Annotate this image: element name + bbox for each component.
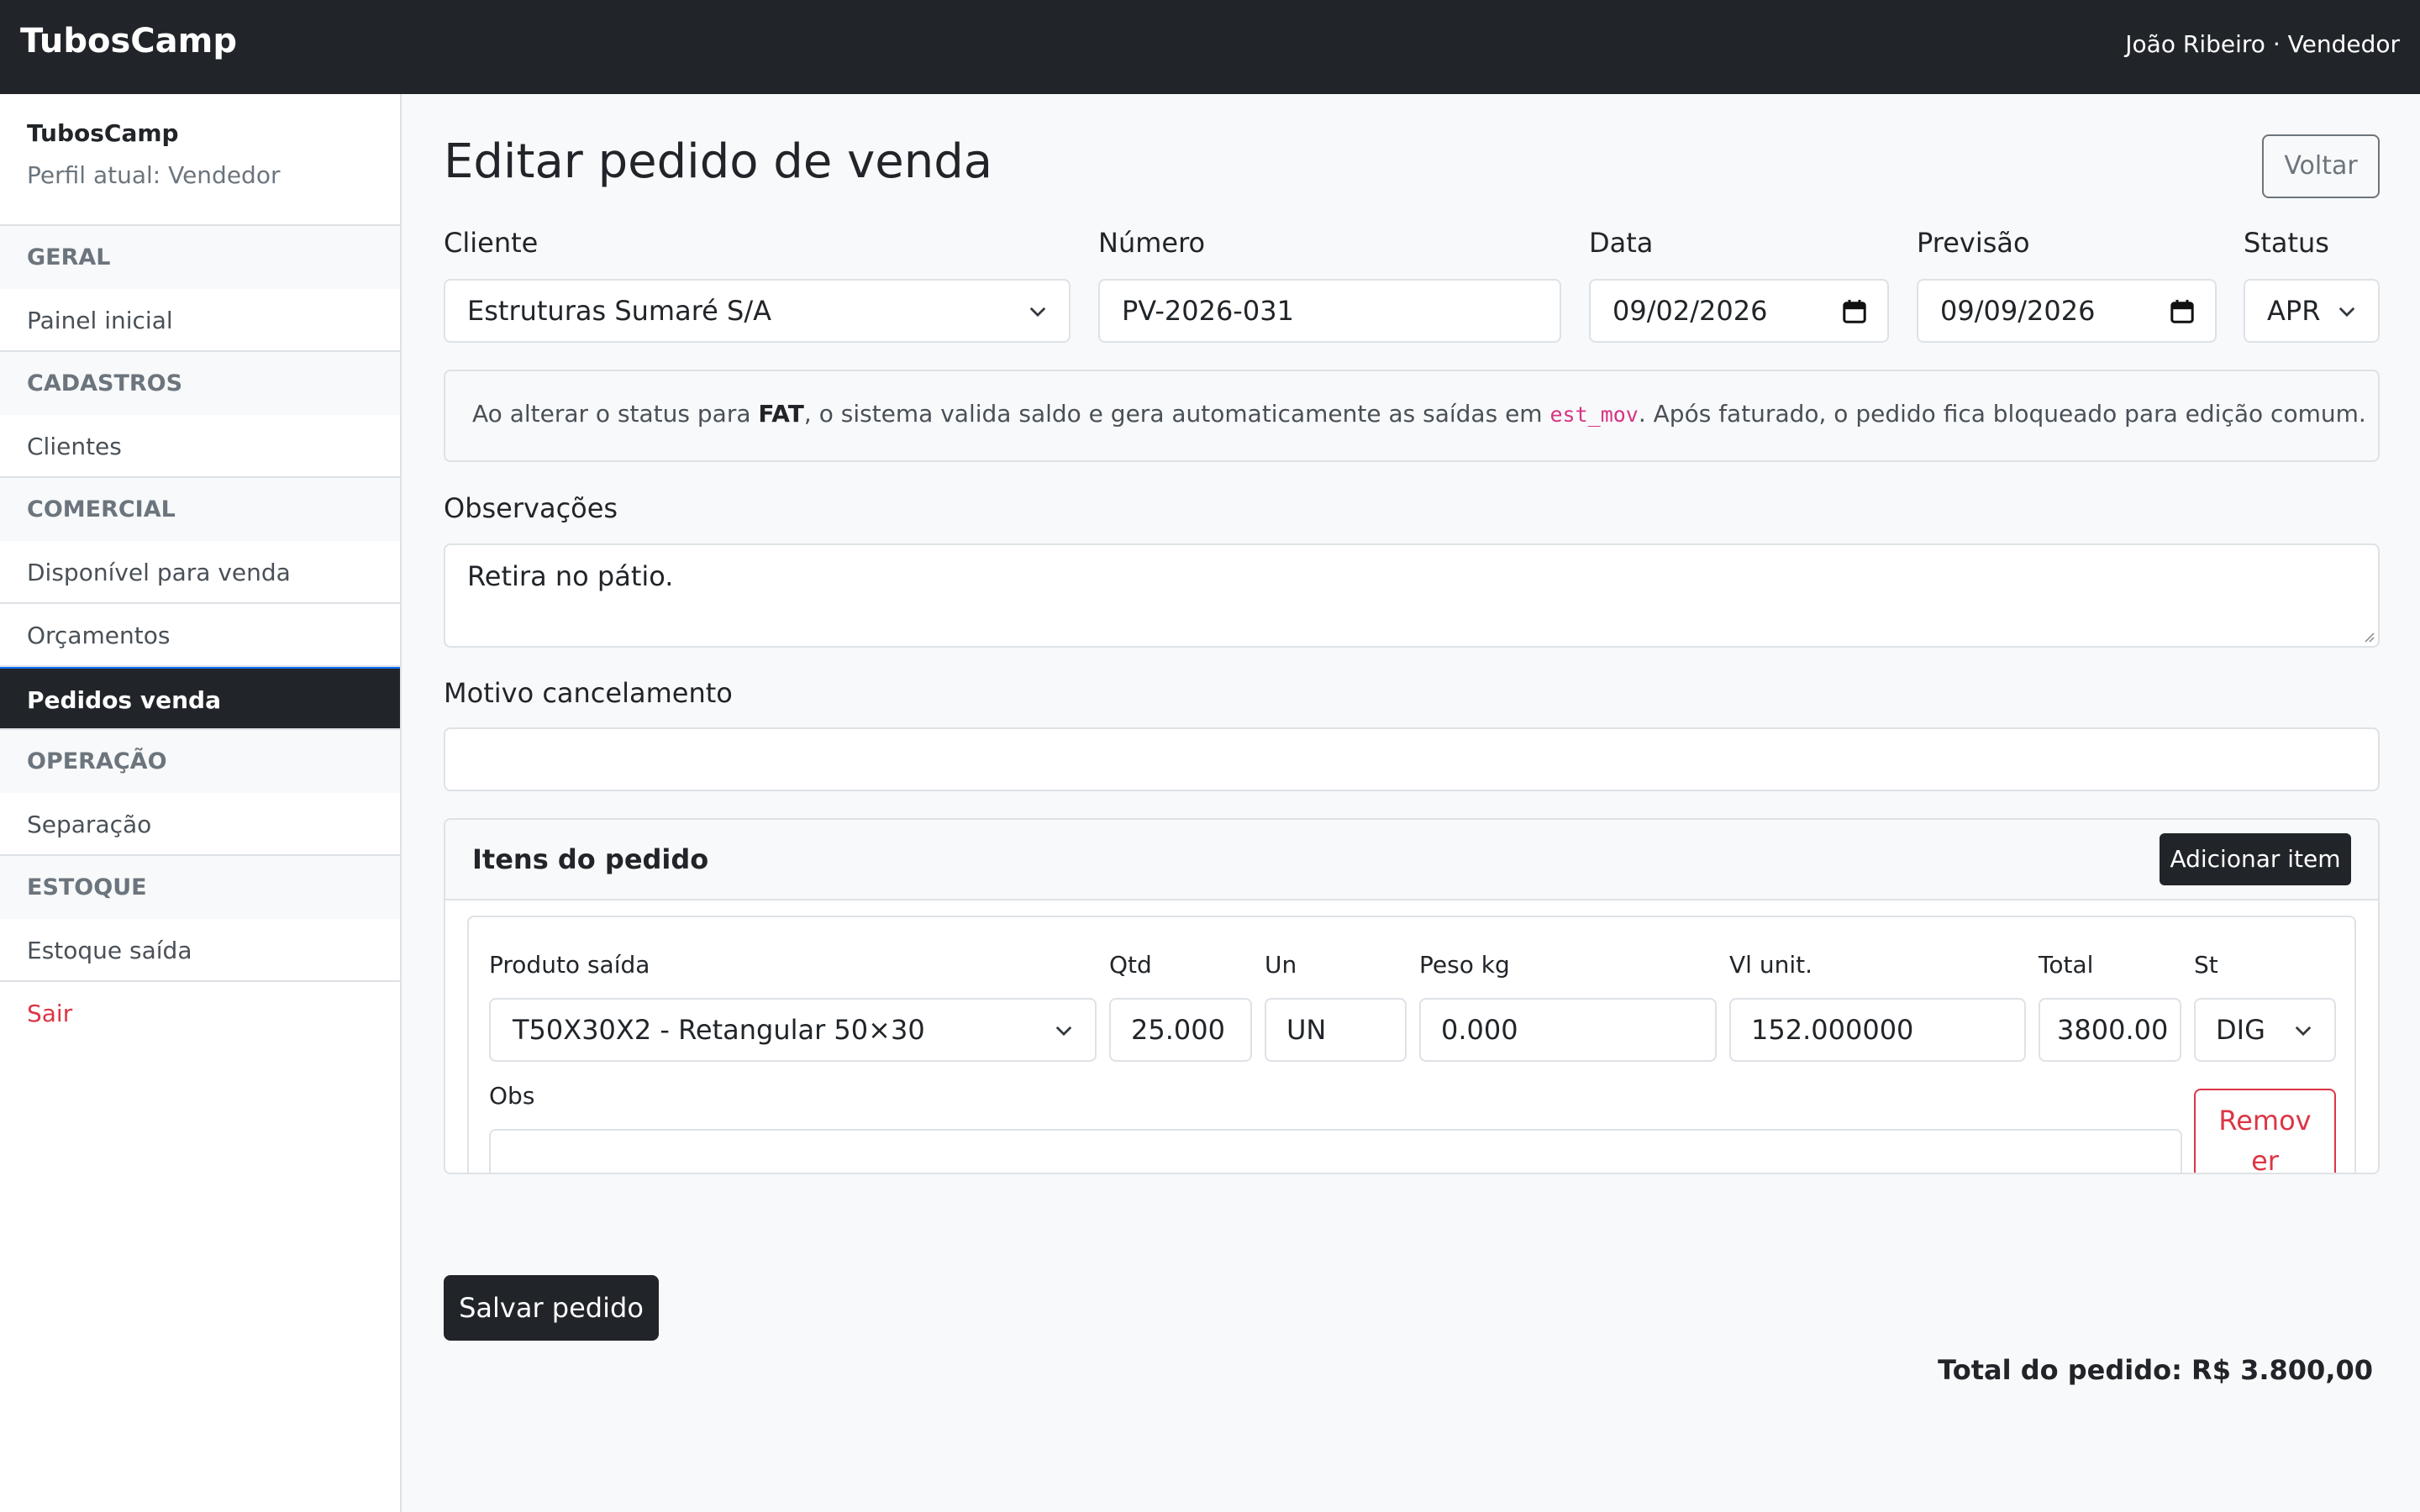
sidebar-section-operacao: OPERAÇÃO (0, 730, 400, 793)
data-input-value: 09/02/2026 (1612, 295, 1768, 327)
sidebar-item-disponivel[interactable]: Disponível para venda (0, 541, 400, 604)
st-label: St (2194, 951, 2218, 979)
resize-grip-icon[interactable] (2361, 629, 2375, 643)
total-input[interactable]: 3800.00 (2039, 998, 2181, 1062)
chevron-down-icon (2295, 1026, 2312, 1037)
sidebar-section-comercial: COMERCIAL (0, 478, 400, 541)
calendar-icon[interactable] (1842, 299, 1867, 324)
sidebar-item-clientes[interactable]: Clientes (0, 415, 400, 478)
data-input[interactable]: 09/02/2026 (1589, 279, 1889, 343)
sidebar-item-orcamentos[interactable]: Orçamentos (0, 604, 400, 667)
motivo-label: Motivo cancelamento (444, 677, 733, 709)
produto-select[interactable]: T50X30X2 - Retangular 50×30 (489, 998, 1097, 1062)
observacoes-value: Retira no pátio. (467, 560, 674, 592)
data-label: Data (1589, 227, 1654, 259)
calendar-icon[interactable] (2170, 299, 2195, 324)
qtd-input[interactable]: 25.000 (1109, 998, 1252, 1062)
sidebar-section-cadastros: CADASTROS (0, 352, 400, 415)
numero-input[interactable]: PV-2026-031 (1098, 279, 1561, 343)
save-order-button[interactable]: Salvar pedido (444, 1275, 659, 1341)
produto-label: Produto saída (489, 951, 650, 979)
chevron-down-icon (1029, 307, 1046, 318)
sidebar: TubosCamp Perfil atual: Vendedor GERAL P… (0, 94, 402, 1512)
order-total: Total do pedido: R$ 3.800,00 (1938, 1354, 2373, 1386)
status-select[interactable]: APR (2244, 279, 2380, 343)
sidebar-section-estoque: ESTOQUE (0, 856, 400, 919)
top-navbar: TubosCamp João Ribeiro · Vendedor (0, 0, 2420, 94)
sidebar-item-painel[interactable]: Painel inicial (0, 289, 400, 352)
qtd-label: Qtd (1109, 951, 1152, 979)
produto-select-value: T50X30X2 - Retangular 50×30 (513, 1014, 925, 1046)
chevron-down-icon (1055, 1026, 1072, 1037)
vl-unit-label: Vl unit. (1729, 951, 1812, 979)
peso-label: Peso kg (1419, 951, 1510, 979)
cliente-label: Cliente (444, 227, 539, 259)
sidebar-profile: Perfil atual: Vendedor (27, 161, 281, 189)
motivo-input[interactable] (444, 727, 2380, 791)
alert-table-code: est_mov (1549, 402, 1639, 427)
status-label: Status (2244, 227, 2329, 259)
sidebar-item-estoque-saida[interactable]: Estoque saída (0, 919, 400, 982)
sidebar-item-sair[interactable]: Sair (0, 982, 400, 1045)
status-select-value: APR (2267, 295, 2321, 327)
remove-item-button[interactable]: Remov er (2194, 1089, 2336, 1174)
total-label: Total (2039, 951, 2094, 979)
peso-input[interactable]: 0.000 (1419, 998, 1717, 1062)
remove-label-line2: er (2251, 1145, 2279, 1174)
cliente-select[interactable]: Estruturas Sumaré S/A (444, 279, 1071, 343)
back-button[interactable]: Voltar (2262, 134, 2380, 198)
previsao-input-value: 09/09/2026 (1940, 295, 2096, 327)
current-user: João Ribeiro · Vendedor (2125, 30, 2400, 58)
alert-suffix: . Após faturado, o pedido fica bloqueado… (1638, 400, 2366, 428)
alert-status: FAT (758, 400, 804, 428)
numero-label: Número (1098, 227, 1206, 259)
sidebar-item-separacao[interactable]: Separação (0, 793, 400, 856)
un-label: Un (1265, 951, 1297, 979)
st-select-value: DIG (2216, 1014, 2265, 1046)
alert-prefix: Ao alterar o status para (472, 400, 759, 428)
observacoes-textarea[interactable]: Retira no pátio. (444, 543, 2380, 648)
item-row: Produto saída Qtd Un Peso kg Vl unit. To… (467, 916, 2356, 1174)
sidebar-item-pedidos-venda[interactable]: Pedidos venda (0, 667, 400, 730)
observacoes-label: Observações (444, 492, 618, 524)
items-card-title: Itens do pedido (472, 843, 709, 875)
remove-label-line1: Remov (2218, 1105, 2312, 1137)
previsao-label: Previsão (1917, 227, 2030, 259)
navbar-brand[interactable]: TubosCamp (20, 22, 237, 60)
status-info-alert: Ao alterar o status para FAT, o sistema … (444, 370, 2380, 462)
vl-unit-input[interactable]: 152.000000 (1729, 998, 2026, 1062)
st-select[interactable]: DIG (2194, 998, 2336, 1062)
sidebar-section-geral: GERAL (0, 226, 400, 289)
sidebar-header: TubosCamp Perfil atual: Vendedor (0, 94, 400, 226)
add-item-button[interactable]: Adicionar item (2160, 833, 2351, 885)
un-input[interactable]: UN (1265, 998, 1407, 1062)
cliente-select-value: Estruturas Sumaré S/A (467, 295, 771, 327)
obs-input[interactable] (489, 1129, 2182, 1173)
sidebar-brand: TubosCamp (27, 119, 179, 147)
chevron-down-icon (2338, 307, 2355, 318)
items-card: Itens do pedido Adicionar item Produto s… (444, 818, 2380, 1174)
obs-label: Obs (489, 1082, 535, 1110)
alert-middle: , o sistema valida saldo e gera automati… (803, 400, 1550, 428)
page-title: Editar pedido de venda (444, 134, 993, 189)
items-card-header: Itens do pedido Adicionar item (445, 820, 2378, 900)
main-content: Editar pedido de venda Voltar Cliente Nú… (444, 94, 2380, 1512)
previsao-input[interactable]: 09/09/2026 (1917, 279, 2217, 343)
